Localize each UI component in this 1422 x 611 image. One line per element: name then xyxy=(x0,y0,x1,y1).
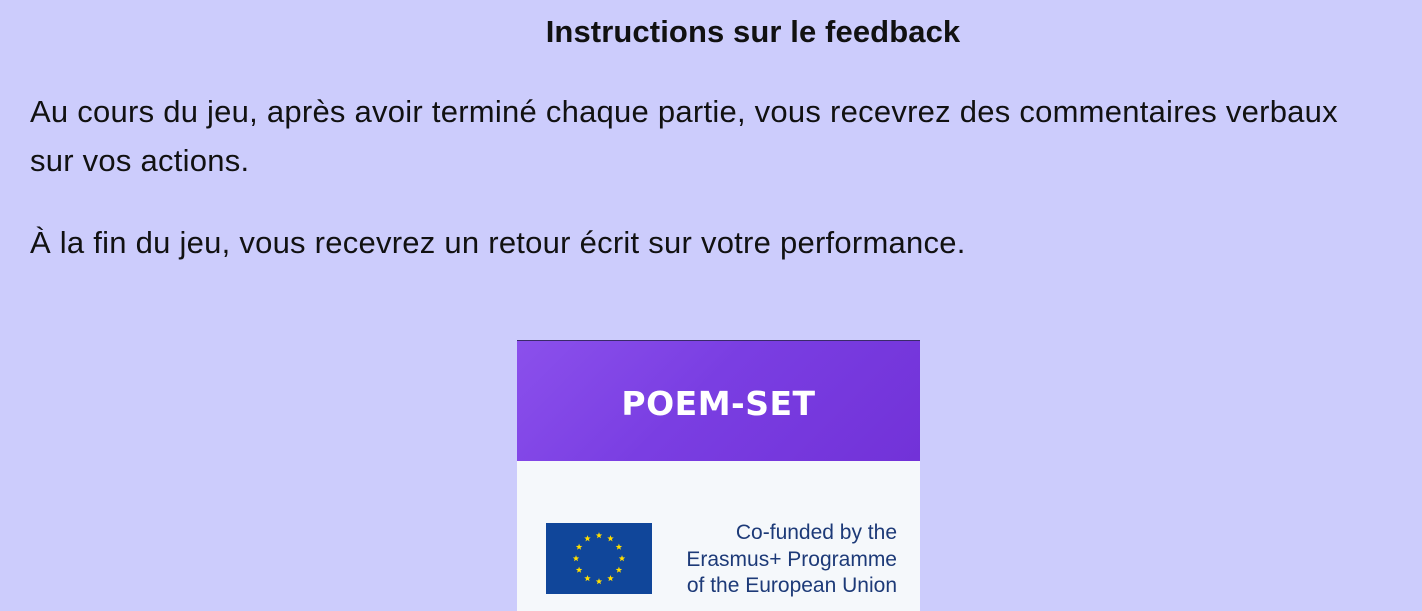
eu-text-line-3: of the European Union xyxy=(686,574,897,597)
eu-text-line-1: Co-funded by the xyxy=(735,521,897,544)
eu-cofunded-text: Co-funded by the Erasmus+ Programme of t… xyxy=(686,520,897,600)
page-title: Instructions sur le feedback xyxy=(545,14,961,49)
paragraph-verbal-feedback: Au cours du jeu, après avoir terminé cha… xyxy=(30,94,1338,178)
card-title: POEM-SET xyxy=(621,384,816,423)
paragraph-written-feedback: À la fin du jeu, vous recevrez un retour… xyxy=(30,225,966,260)
eu-text-line-2: Erasmus+ Programme xyxy=(686,547,897,571)
poem-set-logo-card: POEM-SET Co-funded by the Erasmus+ Progr… xyxy=(517,340,920,611)
card-header: POEM-SET xyxy=(517,341,920,461)
eu-flag-icon xyxy=(546,523,652,594)
